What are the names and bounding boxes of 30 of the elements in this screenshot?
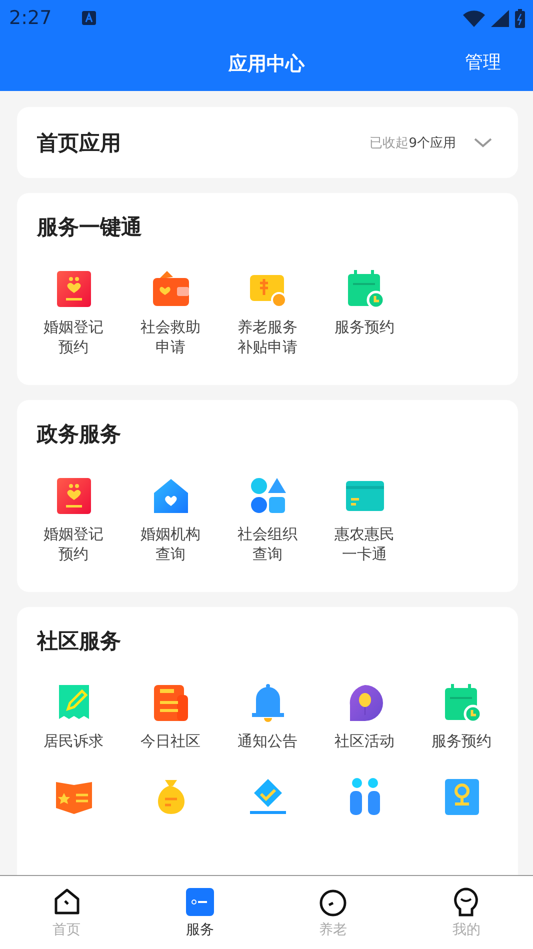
- chevron-icon[interactable]: [474, 138, 492, 148]
- notification-icon: [82, 11, 96, 25]
- app-label[interactable]: 今日社区: [140, 731, 202, 751]
- section-title: 社区服务: [37, 628, 122, 655]
- nav-tab[interactable]: 服务: [133, 876, 266, 949]
- app-label[interactable]: 婚姻机构查询: [140, 524, 202, 564]
- app-label[interactable]: 惠农惠民一卡通: [334, 524, 396, 564]
- page-title: 应用中心: [228, 52, 304, 76]
- app-label[interactable]: 婚姻登记预约: [42, 524, 104, 564]
- app-label[interactable]: 服务预约: [430, 731, 492, 751]
- app-label[interactable]: 居民诉求: [42, 731, 104, 751]
- battery-icon: [515, 8, 525, 28]
- app-label[interactable]: 社区活动: [334, 731, 396, 751]
- app-label[interactable]: 社会组织查询: [236, 524, 298, 564]
- app-label[interactable]: 养老服务补贴申请: [236, 317, 298, 357]
- app-label[interactable]: 通知公告: [236, 731, 298, 751]
- section-title: 政务服务: [37, 421, 122, 448]
- section-title: 服务一键通: [37, 214, 143, 241]
- status-time: 2:27: [9, 7, 52, 29]
- wifi-icon: [463, 10, 485, 26]
- app-label[interactable]: 婚姻登记预约: [42, 317, 104, 357]
- signal-icon: [491, 10, 509, 26]
- section-title: 首页应用: [37, 130, 121, 156]
- ballot-icon: [248, 777, 288, 817]
- collapsed-summary: 已收起9个应用: [370, 134, 456, 152]
- manage-button[interactable]: 管理: [465, 50, 501, 74]
- wallet-icon: [150, 269, 190, 309]
- app-label[interactable]: 服务预约: [334, 317, 396, 337]
- card-icon: [184, 886, 215, 916]
- app-label[interactable]: 社会救助申请: [140, 317, 202, 357]
